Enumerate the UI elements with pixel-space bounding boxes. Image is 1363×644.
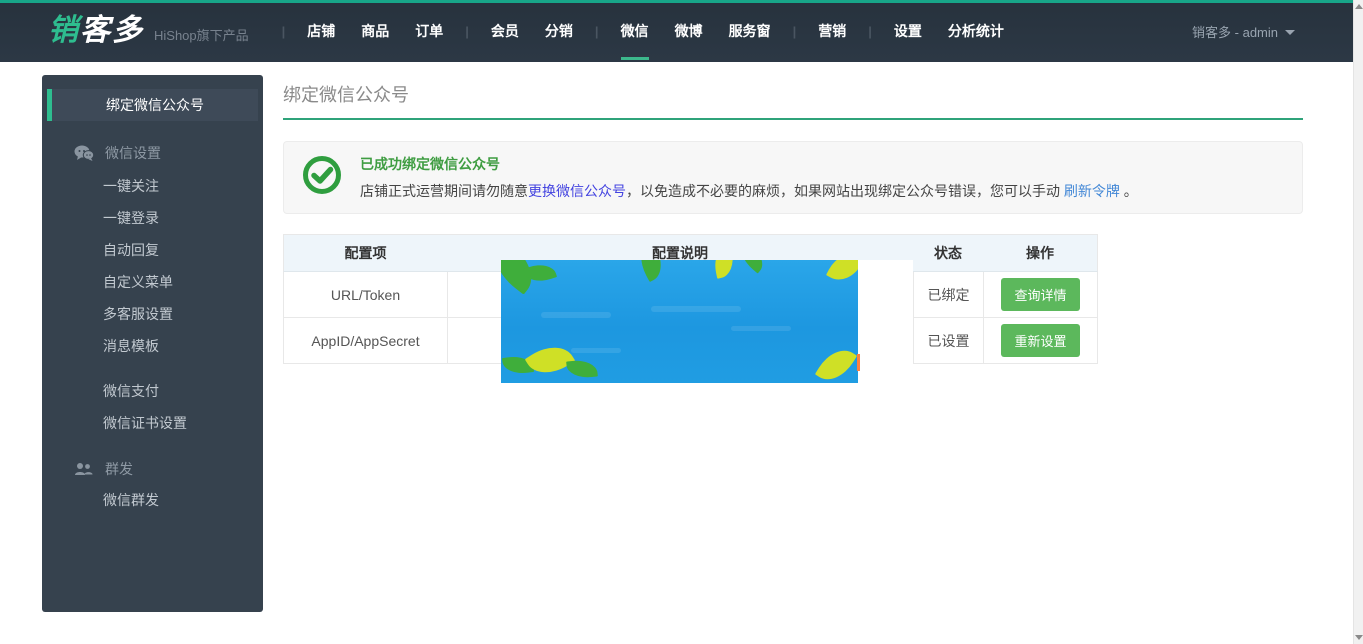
- sidebar-item-multi-service[interactable]: 多客服设置: [103, 305, 263, 323]
- header-config-item: 配置项: [283, 234, 447, 272]
- query-details-button[interactable]: 查询详情: [1001, 278, 1079, 311]
- alert-title: 已成功绑定微信公众号: [360, 155, 1138, 173]
- nav-item-member[interactable]: 会员: [478, 0, 532, 62]
- scroll-up-icon[interactable]: [1355, 4, 1363, 9]
- nav-item-wechat[interactable]: 微信: [608, 0, 662, 62]
- cloud-streak: [541, 312, 611, 318]
- sidebar-item-auto-reply[interactable]: 自动回复: [103, 241, 263, 259]
- nav-separator: |: [859, 24, 881, 39]
- scroll-down-icon[interactable]: [1355, 635, 1363, 640]
- sidebar-section-label: 群发: [105, 459, 133, 479]
- sidebar-item-bind-wechat-active[interactable]: 绑定微信公众号: [47, 89, 258, 121]
- alert-text: ，以免造成不必要的麻烦，如果网站出现绑定公众号错误，您可以手动: [626, 183, 1064, 199]
- nav-item-product[interactable]: 商品: [348, 0, 402, 62]
- leaf-decoration: [735, 260, 770, 274]
- alert-text: 。: [1120, 183, 1138, 199]
- nav-item-weibo[interactable]: 微博: [662, 0, 716, 62]
- sidebar: 绑定微信公众号 微信设置 一键关注 一键登录 自动回复 自定义菜单 多客服设置 …: [42, 75, 263, 612]
- action-cell: 查询详情: [983, 272, 1098, 318]
- sidebar-item-one-key-follow[interactable]: 一键关注: [103, 177, 263, 195]
- group-icon: [74, 461, 94, 477]
- nav-item-marketing[interactable]: 营销: [805, 0, 859, 62]
- success-alert: 已成功绑定微信公众号 店铺正式运营期间请勿随意更换微信公众号，以免造成不必要的麻…: [283, 141, 1303, 214]
- refresh-token-link[interactable]: 刷新令牌: [1064, 183, 1120, 199]
- page-title: 绑定微信公众号: [283, 84, 1303, 106]
- ad-image[interactable]: [501, 260, 858, 383]
- top-accent-line: [0, 0, 1353, 3]
- config-item-cell: AppID/AppSecret: [283, 318, 447, 364]
- nav-separator: |: [784, 24, 806, 39]
- alert-body: 已成功绑定微信公众号 店铺正式运营期间请勿随意更换微信公众号，以免造成不必要的麻…: [360, 155, 1138, 200]
- sidebar-item-custom-menu[interactable]: 自定义菜单: [103, 273, 263, 291]
- logo-subtitle: HiShop旗下产品: [154, 25, 249, 44]
- sidebar-section-mass-send: 群发: [74, 459, 263, 479]
- logo-text: 销客多: [48, 16, 144, 46]
- leaf-decoration: [711, 260, 737, 279]
- leaf-decoration: [525, 337, 575, 383]
- sidebar-item-wechat-cert[interactable]: 微信证书设置: [103, 414, 263, 432]
- orange-cursor-mark: [857, 354, 860, 371]
- sidebar-item-wechat-pay[interactable]: 微信支付: [103, 382, 263, 400]
- sidebar-item-message-template[interactable]: 消息模板: [103, 337, 263, 355]
- nav-item-order[interactable]: 订单: [402, 0, 456, 62]
- cloud-streak: [731, 326, 791, 331]
- reset-button[interactable]: 重新设置: [1001, 324, 1079, 357]
- leaf-decoration: [566, 358, 598, 379]
- vertical-scrollbar[interactable]: [1353, 0, 1363, 644]
- status-cell: 已绑定: [913, 272, 983, 318]
- leaf-decoration: [633, 260, 669, 282]
- sidebar-item-one-key-login[interactable]: 一键登录: [103, 209, 263, 227]
- sidebar-section-wechat-settings: 微信设置: [74, 143, 263, 163]
- nav-item-store[interactable]: 店铺: [294, 0, 348, 62]
- nav-separator: |: [586, 24, 608, 39]
- config-item-cell: URL/Token: [283, 272, 447, 318]
- nav-item-distribution[interactable]: 分销: [532, 0, 586, 62]
- check-circle-icon: [302, 155, 342, 195]
- sidebar-section-label: 微信设置: [105, 143, 161, 163]
- cloud-streak: [571, 348, 621, 353]
- floating-overlay: [501, 260, 913, 372]
- logo[interactable]: 销客多 HiShop旗下产品: [48, 16, 249, 46]
- alert-message: 店铺正式运营期间请勿随意更换微信公众号，以免造成不必要的麻烦，如果网站出现绑定公…: [360, 182, 1138, 200]
- chevron-down-icon: [1285, 30, 1295, 35]
- nav-item-settings[interactable]: 设置: [881, 0, 935, 62]
- cloud-streak: [651, 306, 741, 312]
- leaf-decoration: [826, 260, 858, 287]
- action-cell: 重新设置: [983, 318, 1098, 364]
- leaf-decoration: [815, 342, 857, 383]
- nav-separator: |: [273, 24, 295, 39]
- sidebar-item-wechat-mass-send[interactable]: 微信群发: [103, 491, 263, 509]
- change-wechat-account-link[interactable]: 更换微信公众号: [528, 183, 626, 199]
- nav-item-service-window[interactable]: 服务窗: [716, 0, 784, 62]
- main-nav: | 店铺 商品 订单 | 会员 分销 | 微信 微博 服务窗 | 营销 | 设置…: [273, 0, 1017, 62]
- status-cell: 已设置: [913, 318, 983, 364]
- wechat-icon: [74, 145, 94, 161]
- user-dropdown[interactable]: 销客多 - admin: [1192, 0, 1295, 62]
- nav-separator: |: [456, 24, 478, 39]
- title-divider: [283, 118, 1303, 120]
- topbar: 销客多 HiShop旗下产品 | 店铺 商品 订单 | 会员 分销 | 微信 微…: [0, 0, 1353, 62]
- user-label: 销客多 - admin: [1192, 22, 1278, 41]
- alert-text: 店铺正式运营期间请勿随意: [360, 183, 528, 199]
- nav-item-analytics[interactable]: 分析统计: [935, 0, 1017, 62]
- header-action: 操作: [983, 234, 1098, 272]
- header-status: 状态: [913, 234, 983, 272]
